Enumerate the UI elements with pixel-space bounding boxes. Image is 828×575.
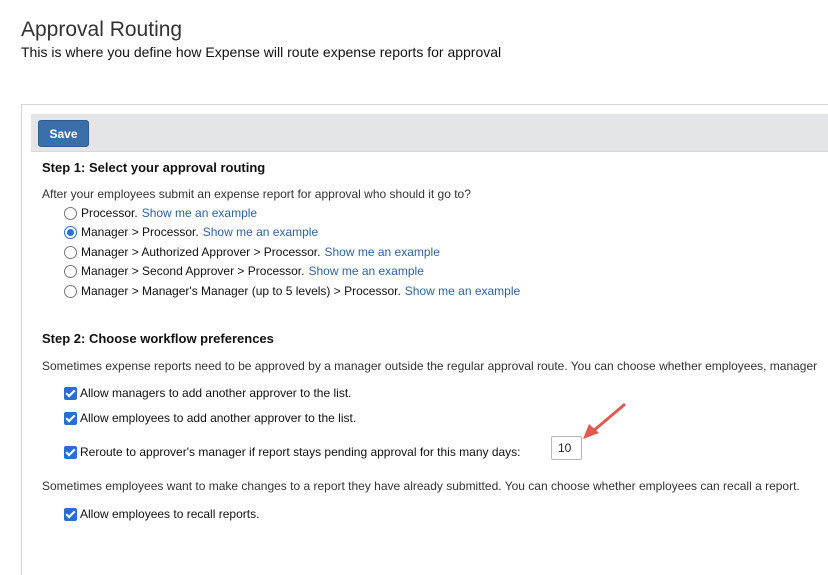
- recall-description: Sometimes employees want to make changes…: [42, 479, 800, 493]
- page-title: Approval Routing: [21, 18, 183, 41]
- radio-button[interactable]: [64, 245, 77, 259]
- radio-button[interactable]: [64, 206, 77, 220]
- checkbox-label: Allow managers to add another approver t…: [80, 386, 352, 400]
- routing-option-second-approver[interactable]: Manager > Second Approver > Processor. S…: [64, 263, 424, 279]
- show-example-link[interactable]: Show me an example: [203, 225, 318, 239]
- routing-option-managers-manager[interactable]: Manager > Manager's Manager (up to 5 lev…: [64, 283, 520, 299]
- allow-recall-reports[interactable]: Allow employees to recall reports.: [64, 507, 259, 521]
- page-subtitle: This is where you define how Expense wil…: [21, 44, 502, 60]
- checkbox-checked[interactable]: [64, 386, 77, 400]
- allow-employees-add-approver[interactable]: Allow employees to add another approver …: [64, 411, 356, 425]
- checkbox-checked[interactable]: [64, 507, 77, 521]
- annotation-arrow-icon: [583, 403, 626, 439]
- routing-option-processor[interactable]: Processor. Show me an example: [64, 205, 257, 221]
- checkbox-checked[interactable]: [64, 411, 77, 425]
- routing-option-label: Manager > Manager's Manager (up to 5 lev…: [81, 284, 401, 298]
- save-button[interactable]: Save: [38, 120, 89, 147]
- routing-option-label: Manager > Processor.: [81, 225, 199, 239]
- show-example-link[interactable]: Show me an example: [142, 206, 257, 220]
- toolbar: [31, 114, 828, 152]
- radio-button-selected[interactable]: [64, 225, 77, 239]
- allow-managers-add-approver[interactable]: Allow managers to add another approver t…: [64, 386, 352, 400]
- pending-days-input[interactable]: [551, 436, 582, 460]
- step2-description: Sometimes expense reports need to be app…: [42, 359, 818, 373]
- routing-option-authorized-approver[interactable]: Manager > Authorized Approver > Processo…: [64, 244, 440, 260]
- show-example-link[interactable]: Show me an example: [405, 284, 520, 298]
- step2-heading: Step 2: Choose workflow preferences: [42, 331, 274, 346]
- checkbox-checked[interactable]: [64, 445, 77, 459]
- routing-option-label: Manager > Authorized Approver > Processo…: [81, 245, 321, 259]
- show-example-link[interactable]: Show me an example: [308, 264, 423, 278]
- routing-option-label: Manager > Second Approver > Processor.: [81, 264, 305, 278]
- step1-heading: Step 1: Select your approval routing: [42, 160, 266, 175]
- checkbox-label: Allow employees to add another approver …: [80, 411, 357, 425]
- routing-option-manager-processor[interactable]: Manager > Processor. Show me an example: [64, 224, 318, 240]
- routing-option-label: Processor.: [81, 206, 138, 220]
- radio-button[interactable]: [64, 264, 77, 278]
- reroute-pending-approval[interactable]: Reroute to approver's manager if report …: [64, 445, 521, 459]
- checkbox-label: Reroute to approver's manager if report …: [80, 445, 521, 459]
- radio-button[interactable]: [64, 284, 77, 298]
- step1-question: After your employees submit an expense r…: [42, 187, 471, 201]
- checkbox-label: Allow employees to recall reports.: [80, 507, 260, 521]
- show-example-link[interactable]: Show me an example: [324, 245, 439, 259]
